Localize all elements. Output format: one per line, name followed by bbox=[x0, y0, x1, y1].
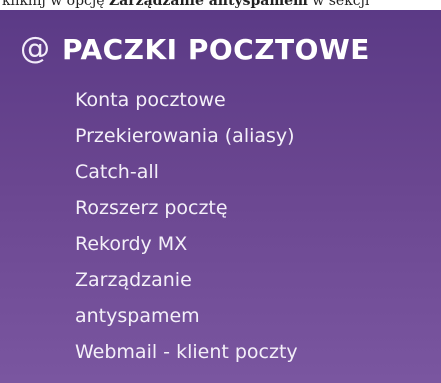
panel-title: PACZKI POCZTOWE bbox=[62, 32, 370, 66]
menu-item-catch-all[interactable]: Catch-all bbox=[75, 154, 298, 190]
menu-item-rekordy-mx[interactable]: Rekordy MX bbox=[75, 226, 298, 262]
instruction-text-before: kliknij w opcję bbox=[2, 0, 109, 9]
menu-item-zarzadzanie-antyspamem[interactable]: Zarządzanie bbox=[75, 262, 298, 298]
cropped-instruction-text: kliknij w opcję Zarządzanie antyspamem w… bbox=[0, 0, 441, 10]
instruction-text-bold: Zarządzanie antyspamem bbox=[108, 0, 308, 9]
page: kliknij w opcję Zarządzanie antyspamem w… bbox=[0, 0, 441, 383]
menu-item-przekierowania[interactable]: Przekierowania (aliasy) bbox=[75, 118, 298, 154]
menu-item-rozszerz-poczte[interactable]: Rozszerz pocztę bbox=[75, 190, 298, 226]
menu-item-konta-pocztowe[interactable]: Konta pocztowe bbox=[75, 82, 298, 118]
mail-menu: Konta pocztowe Przekierowania (aliasy) C… bbox=[75, 82, 298, 370]
instruction-text-after: w sekcji bbox=[307, 0, 370, 9]
panel-header: @ PACZKI POCZTOWE bbox=[20, 27, 370, 71]
menu-item-zarzadzanie-antyspamem-line2[interactable]: antyspamem bbox=[75, 298, 298, 334]
menu-item-webmail[interactable]: Webmail - klient poczty bbox=[75, 334, 298, 370]
instruction-line: kliknij w opcję Zarządzanie antyspamem w… bbox=[2, 0, 369, 8]
at-icon: @ bbox=[20, 31, 50, 66]
mail-packages-panel: @ PACZKI POCZTOWE Konta pocztowe Przekie… bbox=[0, 10, 441, 383]
